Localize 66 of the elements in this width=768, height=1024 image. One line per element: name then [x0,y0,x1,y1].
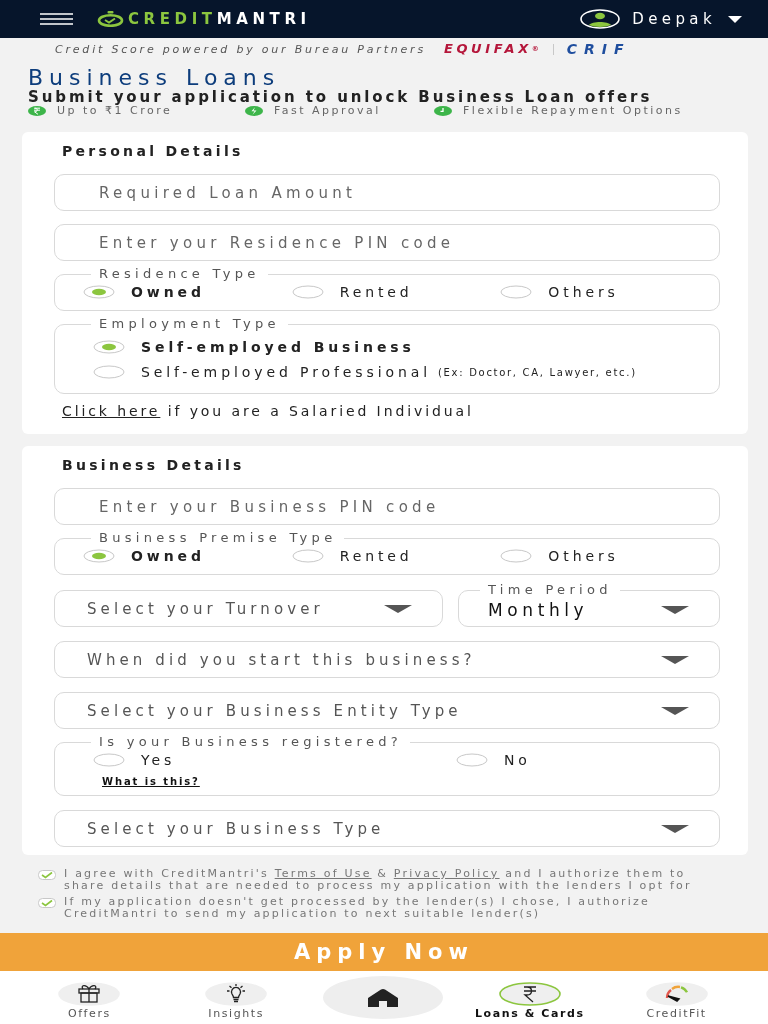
consent-checkbox[interactable] [38,898,56,908]
dropdown-select[interactable]: Select your Business Type [54,810,720,847]
caret-icon [384,604,412,613]
page-title: Business Loans [28,66,282,89]
dropdown-select[interactable]: Time Period Monthly [458,583,720,627]
lightbulb-icon [205,981,268,1006]
rupee-icon [28,106,46,116]
input-field[interactable]: Enter your Residence PIN code [54,224,720,261]
radio-option[interactable]: Others [500,546,619,566]
radio-option[interactable]: Rented [291,282,413,302]
dropdown-select[interactable]: When did you start this business? [54,641,720,678]
nav-tab[interactable]: CreditFit [645,981,708,1020]
radio-option[interactable]: Yes [93,750,176,770]
caret-icon [661,706,689,715]
consent-checkbox[interactable] [38,870,56,880]
caret-icon [661,655,689,664]
nav-tab[interactable]: Insights [205,981,268,1020]
caret-icon [661,606,689,614]
group-label: Employment Type [98,317,281,331]
field-label: Time Period [487,583,613,597]
stopwatch-icon [97,11,124,27]
policy-link[interactable]: Terms of Use [274,867,372,880]
salaried-note: Click here if you are a Salaried Individual [62,402,475,420]
section-heading: Business Details [62,456,246,475]
bureau-caption: Credit Score powered by our Bureau Partners [55,42,426,56]
avatar-icon [580,9,621,29]
group-label: Is your Business registered? [98,735,403,749]
house-icon [367,987,399,1008]
partner-logo: CRIF [566,42,631,56]
consent-text: I agree with CreditMantri's Terms of Use & Privacy Policy and I authorize them to share details that are needed to process my application with the lenders I opt for [64,868,693,891]
gift-icon [58,981,121,1006]
caret-icon [728,15,742,23]
radio-option[interactable]: Owned [83,282,205,302]
section-heading: Personal Details [62,142,245,161]
caret-icon [661,824,689,833]
dropdown-select[interactable]: Select your Business Entity Type [54,692,720,729]
brand-name: CREDIT MANTRI [128,10,311,28]
radio-option[interactable]: No [456,750,531,770]
clock-icon [434,106,452,116]
click-here-link[interactable]: Click here [62,403,161,419]
menu-icon[interactable] [40,13,73,25]
input-field[interactable]: Enter your Business PIN code [54,488,720,525]
radio-option[interactable]: Self-employed Professional (Ex: Doctor, CA, Lawyer, etc.) [93,362,709,382]
nav-tab[interactable]: Offers [58,981,121,1020]
feature-label: Flexible Repayment Options [463,105,683,117]
consent-text: If my application doesn't get processed by the lender(s) I chose, I authorize CreditMantri to send my application to next suitable lender(s) [64,896,651,919]
help-link[interactable]: What is this? [102,775,200,789]
radio-option[interactable]: Self-employed Business [93,337,709,357]
feature-label: Fast Approval [274,105,381,117]
feature-label: Up to ₹1 Crore [57,105,173,117]
radio-option[interactable]: Others [500,282,619,302]
policy-link[interactable]: Privacy Policy [393,867,500,880]
bolt-icon [245,106,263,116]
nav-tab[interactable]: Loans & Cards [474,981,585,1020]
radio-option[interactable]: Rented [291,546,413,566]
partner-logo: EQUIFAX$^{®}$ [443,42,539,56]
radio-option[interactable]: Owned [83,546,205,566]
group-label: Residence Type [98,267,261,281]
group-label: Business Premise Type [98,531,338,545]
user-menu-button[interactable]: Deepak [580,9,742,29]
hint-text: (Ex: Doctor, CA, Lawyer, etc.) [438,366,637,378]
dropdown-select[interactable]: Select your Turnover [54,590,443,627]
page-subtitle: Submit your application to unlock Business Loan offers [28,89,653,105]
gauge-icon [645,981,708,1006]
rupee-icon [498,981,561,1006]
input-field[interactable]: Required Loan Amount [54,174,720,211]
